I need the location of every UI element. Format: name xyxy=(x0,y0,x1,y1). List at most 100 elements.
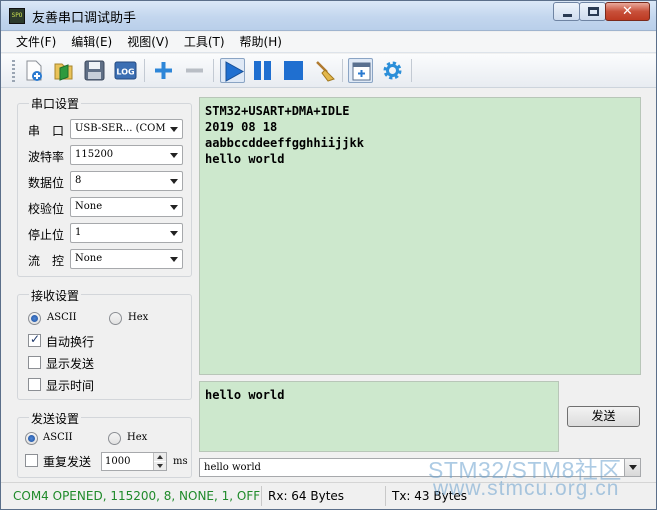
receive-line: hello world xyxy=(205,152,285,166)
new-file-icon xyxy=(26,60,42,81)
chevron-down-icon[interactable] xyxy=(624,459,640,476)
parity-value: None xyxy=(75,201,103,212)
stop-button[interactable] xyxy=(281,58,306,83)
send-ascii-radio[interactable] xyxy=(25,432,38,445)
parity-label: 校验位 xyxy=(28,202,65,216)
port-value: USB-SER... (COM4 xyxy=(75,123,166,134)
serial-settings-title: 串口设置 xyxy=(29,95,82,112)
toolbar-separator xyxy=(213,59,214,82)
databits-select[interactable]: 8 xyxy=(70,171,183,191)
save-button[interactable] xyxy=(82,58,107,83)
settings-gear-icon xyxy=(383,61,402,80)
app-icon: SPO xyxy=(9,8,25,24)
close-button[interactable]: ✕ xyxy=(605,2,650,21)
app-window: SPO 友善串口调试助手 ✕ 文件(F) 编辑(E) 视图(V) 工具(T) 帮… xyxy=(0,0,657,510)
menu-view[interactable]: 视图(V) xyxy=(120,32,177,52)
settings-button[interactable] xyxy=(380,58,405,83)
baud-label: 波特率 xyxy=(28,150,65,164)
repeat-send-checkbox[interactable] xyxy=(25,454,38,467)
maximize-button[interactable] xyxy=(579,2,606,21)
log-icon: LOG xyxy=(114,61,137,80)
log-button[interactable]: LOG xyxy=(113,58,138,83)
maximize-icon xyxy=(588,7,599,16)
watermark-url: www.stmcu.org.cn xyxy=(433,477,620,500)
remove-icon xyxy=(186,68,203,73)
receive-settings-group xyxy=(17,294,192,400)
menu-tools[interactable]: 工具(T) xyxy=(177,32,233,52)
chevron-down-icon xyxy=(170,231,178,236)
databits-label: 数据位 xyxy=(28,176,65,190)
pause-button[interactable] xyxy=(250,58,275,83)
chevron-down-icon xyxy=(170,179,178,184)
remove-button[interactable] xyxy=(182,58,207,83)
port-select[interactable]: USB-SER... (COM4 xyxy=(70,119,183,139)
title-bar[interactable]: SPO 友善串口调试助手 ✕ xyxy=(1,1,656,31)
send-settings-title: 发送设置 xyxy=(29,410,82,427)
parity-select[interactable]: None xyxy=(70,197,183,217)
window-title: 友善串口调试助手 xyxy=(32,11,137,26)
status-separator xyxy=(385,486,386,506)
add-button[interactable] xyxy=(151,58,176,83)
menu-help[interactable]: 帮助(H) xyxy=(233,32,290,52)
receive-settings-title: 接收设置 xyxy=(29,287,82,304)
chevron-down-icon xyxy=(170,205,178,210)
pause-icon xyxy=(254,61,271,80)
open-button[interactable] xyxy=(51,58,76,83)
receive-line: 2019 08 18 xyxy=(205,120,278,134)
send-hex-radio[interactable] xyxy=(108,432,121,445)
port-status: COM4 OPENED, 115200, 8, NONE, 1, OFF xyxy=(13,489,261,503)
new-button[interactable] xyxy=(21,58,46,83)
chevron-down-icon xyxy=(170,127,178,132)
chevron-down-icon xyxy=(170,257,178,262)
minimize-button[interactable] xyxy=(553,2,580,21)
receive-line: STM32+USART+DMA+IDLE xyxy=(205,104,350,118)
status-separator xyxy=(261,486,262,506)
send-textarea[interactable]: hello world xyxy=(199,381,559,452)
spin-up-icon[interactable] xyxy=(154,453,166,461)
menu-bar: 文件(F) 编辑(E) 视图(V) 工具(T) 帮助(H) xyxy=(1,32,656,53)
close-icon: ✕ xyxy=(622,4,633,19)
port-label: 串 口 xyxy=(28,124,65,138)
toolbar-grip[interactable] xyxy=(12,60,15,82)
baud-select[interactable]: 115200 xyxy=(70,145,183,165)
toolbar-separator xyxy=(144,59,145,82)
send-ascii-label: ASCII xyxy=(43,432,73,443)
stopbits-select[interactable]: 1 xyxy=(70,223,183,243)
send-hex-label: Hex xyxy=(127,432,148,443)
play-button[interactable] xyxy=(220,58,245,83)
send-history-value: hello world xyxy=(204,462,261,473)
chevron-down-icon xyxy=(170,153,178,158)
flowcontrol-select[interactable]: None xyxy=(70,249,183,269)
send-text: hello world xyxy=(205,388,285,402)
show-time-checkbox[interactable] xyxy=(28,378,41,391)
open-folder-icon xyxy=(54,63,73,81)
interval-unit: ms xyxy=(173,456,188,467)
toolbar-separator xyxy=(411,59,412,82)
log-text: LOG xyxy=(116,68,134,77)
baud-value: 115200 xyxy=(75,149,114,160)
menu-edit[interactable]: 编辑(E) xyxy=(64,32,120,52)
menu-file[interactable]: 文件(F) xyxy=(9,32,64,52)
receive-textarea[interactable]: STM32+USART+DMA+IDLE 2019 08 18 aabbccdd… xyxy=(199,97,641,375)
rx-count: Rx: 64 Bytes xyxy=(268,489,345,503)
receive-hex-radio[interactable] xyxy=(109,312,122,325)
receive-ascii-radio[interactable] xyxy=(28,312,41,325)
show-time-label: 显示时间 xyxy=(46,379,95,393)
stop-icon xyxy=(284,61,303,80)
databits-value: 8 xyxy=(75,175,82,186)
flowcontrol-value: None xyxy=(75,253,103,264)
show-send-checkbox[interactable] xyxy=(28,356,41,369)
spin-down-icon[interactable] xyxy=(154,462,166,470)
new-window-button[interactable] xyxy=(348,58,373,83)
repeat-interval-value: 1000 xyxy=(105,456,131,467)
stopbits-label: 停止位 xyxy=(28,228,65,242)
new-window-icon xyxy=(352,62,371,81)
send-button[interactable]: 发送 xyxy=(567,406,640,427)
clear-button[interactable] xyxy=(312,58,337,83)
save-icon xyxy=(84,60,105,81)
receive-hex-label: Hex xyxy=(128,312,149,323)
minimize-icon xyxy=(563,14,572,17)
auto-wrap-checkbox[interactable] xyxy=(28,332,41,347)
repeat-interval-input[interactable]: 1000 xyxy=(101,452,167,471)
play-icon xyxy=(225,61,245,82)
